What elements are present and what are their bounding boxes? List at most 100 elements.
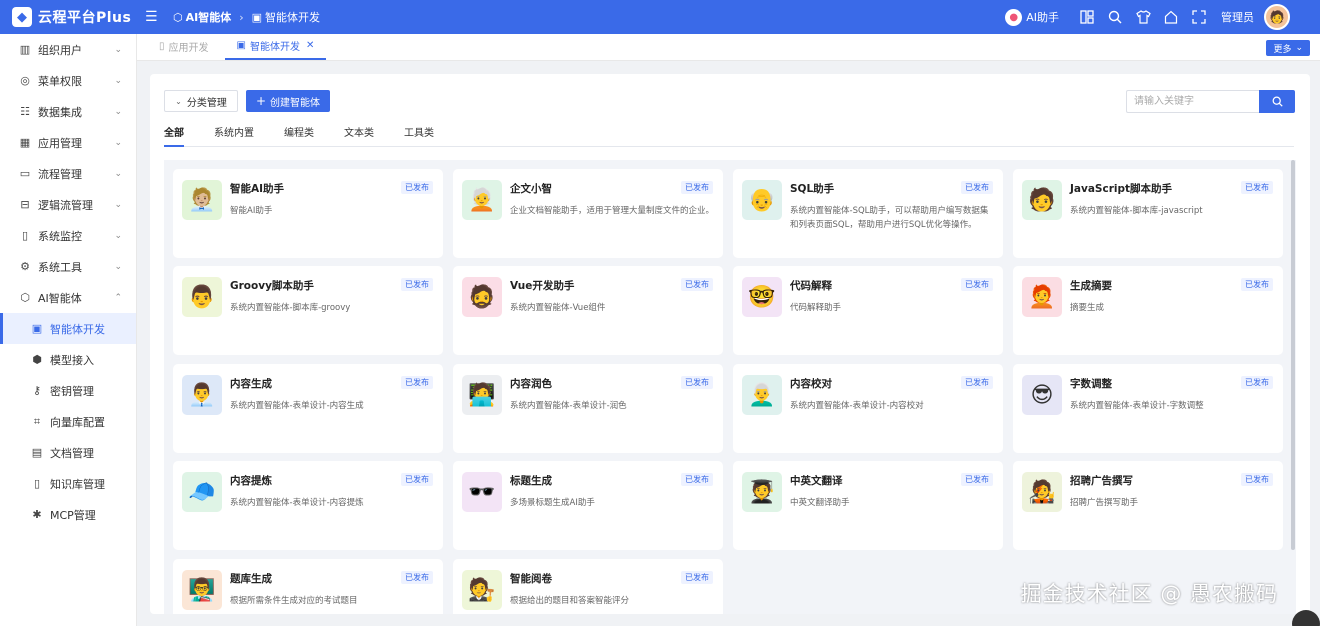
status-badge: 已发布 xyxy=(961,376,993,389)
chevron-down-icon: ⌄ xyxy=(114,230,122,241)
chevron-down-icon: ⌄ xyxy=(175,96,182,106)
chevron-down-icon: ⌄ xyxy=(114,44,122,55)
chevron-down-icon: ⌄ xyxy=(114,168,122,179)
scrollbar[interactable] xyxy=(1291,160,1295,550)
sidebar-item-doc-management[interactable]: ▤ 文档管理 xyxy=(0,437,136,468)
agent-card[interactable]: 🧑 JavaScript脚本助手 已发布 系统内置智能体-脚本库-javascript xyxy=(1013,169,1283,258)
agent-description: 根据给出的题目和答案智能评分 xyxy=(510,596,630,606)
key-icon: ⚷ xyxy=(32,384,42,397)
agent-avatar: 🧔 xyxy=(462,277,502,317)
breadcrumb-separator-icon: › xyxy=(239,10,244,24)
layout-icon[interactable] xyxy=(1078,8,1096,26)
user-name[interactable]: 管理员 xyxy=(1221,9,1254,25)
database-icon: ☷ xyxy=(20,105,30,118)
sidebar-item-app-management[interactable]: ▦ 应用管理 ⌄ xyxy=(0,127,136,158)
book-icon: ▯ xyxy=(33,477,41,490)
agent-card[interactable]: 🧑‍🦰 生成摘要 已发布 摘要生成 xyxy=(1013,266,1283,355)
image-icon: ▣ xyxy=(251,10,263,24)
tab-app-dev[interactable]: ▯ 应用开发 xyxy=(147,33,221,60)
category-management-button[interactable]: ⌄ 分类管理 xyxy=(164,90,238,112)
sidebar-item-logic-flow[interactable]: ⊟ 逻辑流管理 ⌄ xyxy=(0,189,136,220)
status-badge: 已发布 xyxy=(681,571,713,584)
breadcrumb-item[interactable]: AI智能体 xyxy=(186,9,232,25)
sidebar-item-label: 智能体开发 xyxy=(50,322,105,336)
more-button[interactable]: 更多 ⌄ xyxy=(1266,40,1310,56)
status-badge: 已发布 xyxy=(1241,278,1273,291)
agent-description: 系统内置智能体-脚本库-javascript xyxy=(1070,206,1203,216)
agent-avatar: 🧑‍⚖️ xyxy=(462,570,502,610)
ai-helper-button[interactable]: ● AI助手 xyxy=(1005,8,1059,26)
category-tab-all[interactable]: 全部 xyxy=(164,124,184,147)
agent-card[interactable]: 👨 Groovy脚本助手 已发布 系统内置智能体-脚本库-groovy xyxy=(173,266,443,355)
category-tab-builtin[interactable]: 系统内置 xyxy=(214,124,254,147)
sidebar-item-data-integration[interactable]: ☷ 数据集成 ⌄ xyxy=(0,96,136,127)
status-badge: 已发布 xyxy=(961,181,993,194)
category-tab-programming[interactable]: 编程类 xyxy=(284,124,314,147)
agent-title: 企文小智 xyxy=(510,183,552,195)
sidebar-item-label: 系统监控 xyxy=(38,229,82,243)
agent-title: 内容生成 xyxy=(230,378,272,390)
sidebar-item-label: 模型接入 xyxy=(50,353,94,367)
floating-avatar[interactable] xyxy=(1292,610,1320,626)
theme-shirt-icon[interactable] xyxy=(1134,8,1152,26)
agent-card-grid: 🧑🏼‍💼 智能AI助手 已发布 智能AI助手 🧑‍🦳 企文小智 已发布 企业文档智能助手，适用… xyxy=(164,160,1296,614)
crop-icon: ⌗ xyxy=(33,414,41,428)
agent-card[interactable]: 👨‍🏫 题库生成 已发布 根据所需条件生成对应的考试题目 xyxy=(173,559,443,614)
agent-card[interactable]: 🧑🏼‍💼 智能AI助手 已发布 智能AI助手 xyxy=(173,169,443,258)
sidebar-item-flow-management[interactable]: ▭ 流程管理 ⌄ xyxy=(0,158,136,189)
agent-card[interactable]: 🧑‍💻 内容润色 已发布 系统内置智能体-表单设计-润色 xyxy=(453,364,723,453)
sidebar-item-key-management[interactable]: ⚷ 密钥管理 xyxy=(0,375,136,406)
user-avatar[interactable]: 🧑 xyxy=(1264,4,1290,30)
agent-title: 智能阅卷 xyxy=(510,573,552,585)
status-badge: 已发布 xyxy=(401,278,433,291)
search-icon[interactable] xyxy=(1106,8,1124,26)
agent-title: 招聘广告撰写 xyxy=(1070,475,1133,487)
search-button[interactable] xyxy=(1259,90,1295,113)
sidebar-item-menu-permissions[interactable]: ◎ 菜单权限 ⌄ xyxy=(0,65,136,96)
agent-card[interactable]: 😎 字数调整 已发布 系统内置智能体-表单设计-字数调整 xyxy=(1013,364,1283,453)
status-badge: 已发布 xyxy=(1241,181,1273,194)
agent-card[interactable]: 🧢 内容提炼 已发布 系统内置智能体-表单设计-内容提炼 xyxy=(173,461,443,550)
search-input[interactable] xyxy=(1126,90,1259,113)
tab-agent-dev[interactable]: ▣ 智能体开发 ✕ xyxy=(224,33,327,60)
sidebar-item-org-users[interactable]: ▥ 组织用户 ⌄ xyxy=(0,34,136,65)
logic-icon: ⊟ xyxy=(20,198,30,211)
menu-toggle-icon[interactable]: ☰ xyxy=(145,9,161,25)
sidebar-item-knowledge-base[interactable]: ▯ 知识库管理 xyxy=(0,468,136,499)
search-icon xyxy=(1272,96,1283,107)
agent-card[interactable]: 🧑‍🎤 招聘广告撰写 已发布 招聘广告撰写助手 xyxy=(1013,461,1283,550)
close-icon[interactable]: ✕ xyxy=(306,40,314,51)
agent-card[interactable]: 👴 SQL助手 已发布 系统内置智能体-SQL助手，可以帮助用户编写数据集和列表页面S… xyxy=(733,169,1003,258)
agent-card[interactable]: 🧔 Vue开发助手 已发布 系统内置智能体-Vue组件 xyxy=(453,266,723,355)
sidebar-item-mcp-management[interactable]: ✱ MCP管理 xyxy=(0,499,136,530)
sidebar-item-model-access[interactable]: ⬢ 模型接入 xyxy=(0,344,136,375)
agent-card[interactable]: 🧑‍🎓 中英文翻译 已发布 中英文翻译助手 xyxy=(733,461,1003,550)
agent-card[interactable]: 👨‍🦳 内容校对 已发布 系统内置智能体-表单设计-内容校对 xyxy=(733,364,1003,453)
sidebar-item-system-monitor[interactable]: ▯ 系统监控 ⌄ xyxy=(0,220,136,251)
agent-card[interactable]: 👨‍💼 内容生成 已发布 系统内置智能体-表单设计-内容生成 xyxy=(173,364,443,453)
app-logo[interactable]: ◆ 云程平台Plus xyxy=(0,7,137,27)
agent-avatar: 🧑‍🦳 xyxy=(462,180,502,220)
sidebar-item-vector-config[interactable]: ⌗ 向量库配置 xyxy=(0,406,136,437)
fullscreen-icon[interactable] xyxy=(1190,8,1208,26)
sidebar-item-system-tools[interactable]: ⚙ 系统工具 ⌄ xyxy=(0,251,136,282)
create-agent-button[interactable]: + 创建智能体 xyxy=(246,90,330,112)
image-icon: ▣ xyxy=(236,40,246,51)
top-header: ◆ 云程平台Plus ☰ ⬡ AI智能体 › ▣ 智能体开发 ● AI助手 管理… xyxy=(0,0,1320,34)
cube-icon: ⬡ xyxy=(173,10,183,24)
agent-card[interactable]: 🕶️ 标题生成 已发布 多场景标题生成AI助手 xyxy=(453,461,723,550)
agent-title: 智能AI助手 xyxy=(230,183,285,195)
sidebar-item-label: 组织用户 xyxy=(38,43,82,57)
status-badge: 已发布 xyxy=(1241,473,1273,486)
agent-description: 系统内置智能体-脚本库-groovy xyxy=(230,303,351,313)
sidebar-item-ai-agent[interactable]: ⬡ AI智能体 ⌃ xyxy=(0,282,136,313)
sidebar-item-agent-dev[interactable]: ▣ 智能体开发 xyxy=(0,313,136,344)
category-tab-tools[interactable]: 工具类 xyxy=(404,124,434,147)
agent-card[interactable]: 🤓 代码解释 已发布 代码解释助手 xyxy=(733,266,1003,355)
home-icon[interactable] xyxy=(1162,8,1180,26)
category-tab-text[interactable]: 文本类 xyxy=(344,124,374,147)
agent-title: 生成摘要 xyxy=(1070,280,1112,292)
agent-card[interactable]: 🧑‍⚖️ 智能阅卷 已发布根据给出的题目和答案智能评分 xyxy=(453,559,723,614)
agent-card[interactable]: 🧑‍🦳 企文小智 已发布 企业文档智能助手，适用于管理大量制度文件的企业。 xyxy=(453,169,723,258)
sidebar-item-label: AI智能体 xyxy=(38,291,82,305)
